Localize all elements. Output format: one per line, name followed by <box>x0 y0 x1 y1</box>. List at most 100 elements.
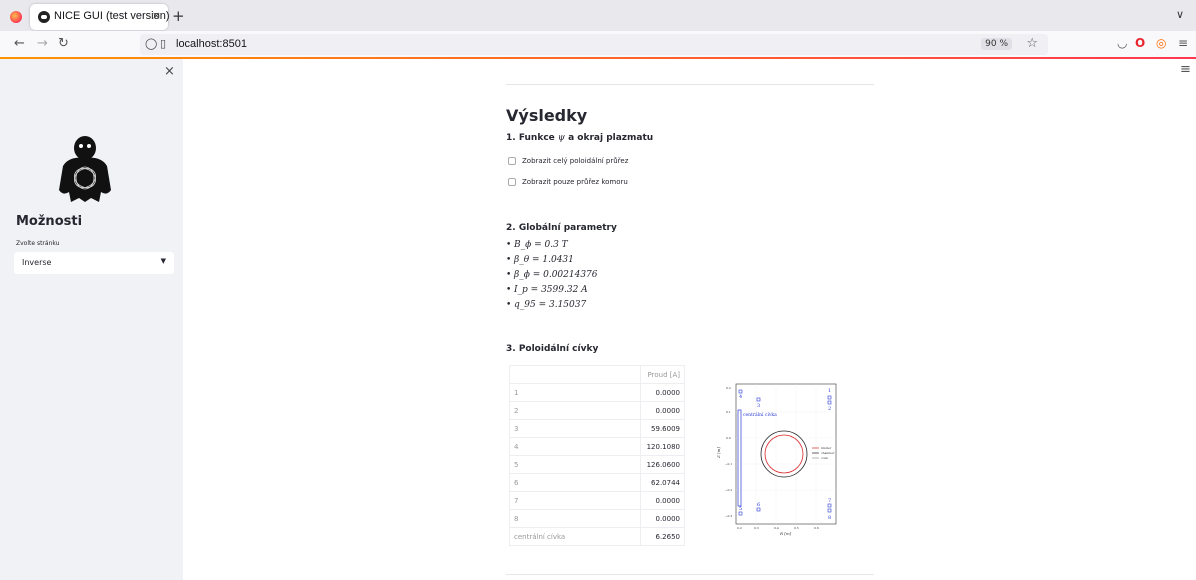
param-beta-phi: β_ϕ = 0.00214376 <box>506 270 598 285</box>
coil-label: 1 <box>828 388 831 394</box>
url-text[interactable]: localhost:8501 <box>176 38 247 50</box>
y-tick-label: 0.0 <box>726 436 731 440</box>
favicon-icon <box>38 11 50 23</box>
row-value: 126.0600 <box>640 455 685 474</box>
x-tick-label: 0.6 <box>814 526 819 530</box>
coil-label: 2 <box>828 406 831 412</box>
y-tick-label: 0.2 <box>726 386 731 390</box>
app-menu-icon[interactable]: ≡ <box>1178 36 1188 50</box>
x-tick-label: 0.3 <box>754 526 759 530</box>
table-row: 7 0.0000 <box>509 491 685 510</box>
y-tick-labels: 0.2 0.1 0.0 −0.1 −0.2 −0.3 <box>725 386 732 518</box>
sidebar-close-icon[interactable]: × <box>164 64 175 79</box>
row-value: 6.2650 <box>640 527 685 546</box>
row-label: centrální cívka <box>509 527 641 546</box>
tab-strip: NICE GUI (test version) × + ∨ <box>0 0 1196 31</box>
page-select[interactable]: Inverse ▼ <box>14 252 174 274</box>
extension-icon[interactable]: ◎ <box>1156 36 1166 50</box>
table-row: 5 126.0600 <box>509 455 685 474</box>
firefox-icon[interactable] <box>10 11 22 23</box>
row-value: 120.1080 <box>640 437 685 456</box>
tab-close-icon[interactable]: × <box>152 9 161 22</box>
table-row: 2 0.0000 <box>509 401 685 420</box>
x-tick-label: 0.4 <box>774 526 779 530</box>
table-row: 6 62.0744 <box>509 473 685 492</box>
browser-tab[interactable]: NICE GUI (test version) × <box>30 4 170 30</box>
param-beta-theta: β_θ = 1.0431 <box>506 255 598 270</box>
legend-coils: coils <box>821 456 828 460</box>
x-axis-label: R [m] <box>779 531 792 536</box>
main-content: Výsledky 1. Funkce ψ a okraj plazmatu Zo… <box>506 59 874 580</box>
row-label: 8 <box>509 509 641 528</box>
table-row: centrální cívka 6.2650 <box>509 527 685 546</box>
zoom-level[interactable]: 90 % <box>981 38 1012 50</box>
divider-bottom <box>506 574 874 575</box>
shield-icon[interactable]: ◯ <box>145 37 157 50</box>
y-tick-label: 0.1 <box>726 410 731 414</box>
legend-limiter: limiter <box>821 446 832 450</box>
table-header-current[interactable]: Proud [A] <box>640 365 685 384</box>
x-tick-label: 0.5 <box>794 526 799 530</box>
checkbox-full-section[interactable] <box>508 157 516 165</box>
sidebar: × Možnosti Zvolte stránku Inverse ▼ <box>0 59 183 580</box>
x-tick-labels: 0.2 0.3 0.4 0.5 0.6 <box>737 526 819 530</box>
table-header-row: Proud [A] <box>509 365 685 384</box>
browser-chrome: NICE GUI (test version) × + ∨ ← → ↻ ◯ ▯ … <box>0 0 1196 59</box>
pocket-icon[interactable]: ◡ <box>1117 36 1127 50</box>
global-parameters-list: B_ϕ = 0.3 T β_θ = 1.0431 β_ϕ = 0.0021437… <box>506 240 598 315</box>
section2-heading: 2. Globální parametry <box>506 223 617 233</box>
coil-label: 8 <box>828 515 831 521</box>
row-label: 6 <box>509 473 641 492</box>
coil-label: 7 <box>828 498 831 504</box>
coil-label: 4 <box>739 394 742 400</box>
table-row: 3 59.6009 <box>509 419 685 438</box>
section1-heading-prefix: 1. Funkce <box>506 133 558 143</box>
row-value: 59.6009 <box>640 419 685 438</box>
legend-chamber: chamber <box>821 451 835 455</box>
chevron-down-icon[interactable]: ∨ <box>1176 8 1184 21</box>
checkbox-full-section-label[interactable]: Zobrazit celý poloidální průřez <box>522 157 628 165</box>
back-icon[interactable]: ← <box>14 36 25 51</box>
coil-label: 3 <box>757 403 760 409</box>
page-icon: ▯ <box>160 37 167 50</box>
sidebar-heading: Možnosti <box>16 214 83 229</box>
forward-icon[interactable]: → <box>37 36 48 51</box>
row-label: 2 <box>509 401 641 420</box>
section1-heading-suffix: a okraj plazmatu <box>564 133 654 143</box>
navigation-bar: ← → ↻ ◯ ▯ localhost:8501 90 % ☆ ◡ O ◎ ≡ <box>0 31 1196 58</box>
checkbox-chamber-section-label[interactable]: Zobrazit pouze průřez komoru <box>522 178 628 186</box>
row-value: 62.0744 <box>640 473 685 492</box>
y-tick-label: −0.3 <box>725 514 732 518</box>
row-value: 0.0000 <box>640 509 685 528</box>
row-label: 4 <box>509 437 641 456</box>
table-header-index <box>509 365 641 384</box>
bookmark-star-icon[interactable]: ☆ <box>1026 36 1038 51</box>
section3-heading: 3. Poloidální cívky <box>506 344 599 354</box>
checkbox-chamber-section[interactable] <box>508 178 516 186</box>
page-title: Výsledky <box>506 106 588 125</box>
opera-icon[interactable]: O <box>1135 36 1145 50</box>
coil-current-table: Proud [A] 1 0.0000 2 0.0000 3 59.6009 4 120.… <box>509 365 685 546</box>
page-select-label: Zvolte stránku <box>16 240 60 247</box>
row-label: 5 <box>509 455 641 474</box>
param-b-phi: B_ϕ = 0.3 T <box>506 240 598 255</box>
param-q95: q_95 = 3.15037 <box>506 300 598 315</box>
new-tab-icon[interactable]: + <box>172 7 185 25</box>
poloidal-coils-plot: 0.2 0.1 0.0 −0.1 −0.2 −0.3 0.2 0.3 0.4 0… <box>716 382 842 537</box>
chevron-down-icon: ▼ <box>160 257 166 265</box>
y-axis-label: Z [m] <box>716 447 721 459</box>
row-value: 0.0000 <box>640 401 685 420</box>
section1-heading: 1. Funkce ψ a okraj plazmatu <box>506 133 653 143</box>
hamburger-menu-icon[interactable]: ≡ <box>1180 62 1191 77</box>
central-coil-label: centrální cívka <box>743 411 777 418</box>
table-row: 1 0.0000 <box>509 383 685 402</box>
url-bar[interactable]: ◯ ▯ localhost:8501 90 % ☆ <box>140 34 1048 55</box>
row-label: 7 <box>509 491 641 510</box>
y-tick-label: −0.1 <box>725 462 732 466</box>
reload-icon[interactable]: ↻ <box>58 36 69 51</box>
coil-label: 6 <box>757 502 760 508</box>
table-row: 8 0.0000 <box>509 509 685 528</box>
row-label: 3 <box>509 419 641 438</box>
param-ip: I_p = 3599.32 A <box>506 285 598 300</box>
row-value: 0.0000 <box>640 383 685 402</box>
